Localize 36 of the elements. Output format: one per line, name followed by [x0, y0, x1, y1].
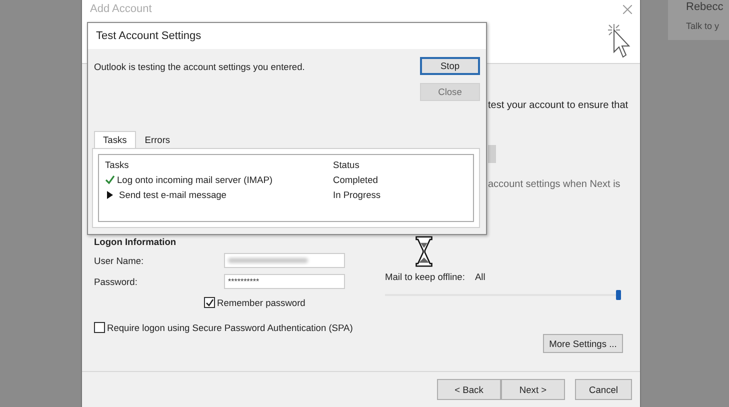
- task-status: Completed: [333, 174, 378, 184]
- checkbox-label: Remember password: [217, 298, 306, 308]
- tab[interactable]: Tasks: [94, 131, 136, 148]
- more-settings-button[interactable]: More Settings ...: [543, 334, 623, 353]
- button-fragment: [488, 145, 496, 163]
- checkbox[interactable]: [94, 322, 105, 333]
- window-title: Add Account: [90, 3, 152, 15]
- task-status: In Progress: [333, 190, 381, 200]
- dialog-button[interactable]: < Back: [437, 379, 501, 400]
- task-name: Send test e-mail message: [119, 190, 226, 200]
- slider-value: All: [474, 272, 486, 282]
- checkbox-label: Require logon using Secure Password Authentication (SPA): [107, 322, 353, 332]
- field-label: User Name:: [94, 256, 145, 266]
- user-name-field[interactable]: [224, 253, 345, 268]
- dialog-title: Test Account Settings: [96, 30, 202, 42]
- dialog-button[interactable]: Stop: [420, 57, 480, 75]
- info-text: test your account to ensure that: [488, 100, 628, 111]
- checkmark-icon: [105, 174, 115, 184]
- panel-title: Rebecc: [686, 1, 724, 13]
- status-message: Outlook is testing the account settings you entered.: [94, 62, 305, 74]
- close-icon[interactable]: [623, 4, 632, 14]
- field-label: Password:: [94, 276, 138, 286]
- dialog-button[interactable]: Next >: [501, 379, 565, 400]
- dialog-button[interactable]: Cancel: [575, 379, 632, 400]
- slider-label: Mail to keep offline:: [385, 272, 465, 282]
- hourglass-icon: [414, 236, 434, 267]
- checkbox[interactable]: [204, 297, 215, 308]
- panel-subtitle: Talk to y: [686, 21, 720, 31]
- password-field[interactable]: **********: [224, 274, 345, 289]
- arrow-icon: [107, 190, 113, 198]
- column-header: Status: [333, 160, 360, 170]
- info-text: account settings when Next is: [488, 179, 620, 190]
- task-name: Log onto incoming mail server (IMAP): [117, 174, 273, 184]
- column-header: Tasks: [105, 160, 130, 170]
- tab[interactable]: Errors: [136, 131, 180, 148]
- section-heading: Logon Information: [94, 237, 178, 247]
